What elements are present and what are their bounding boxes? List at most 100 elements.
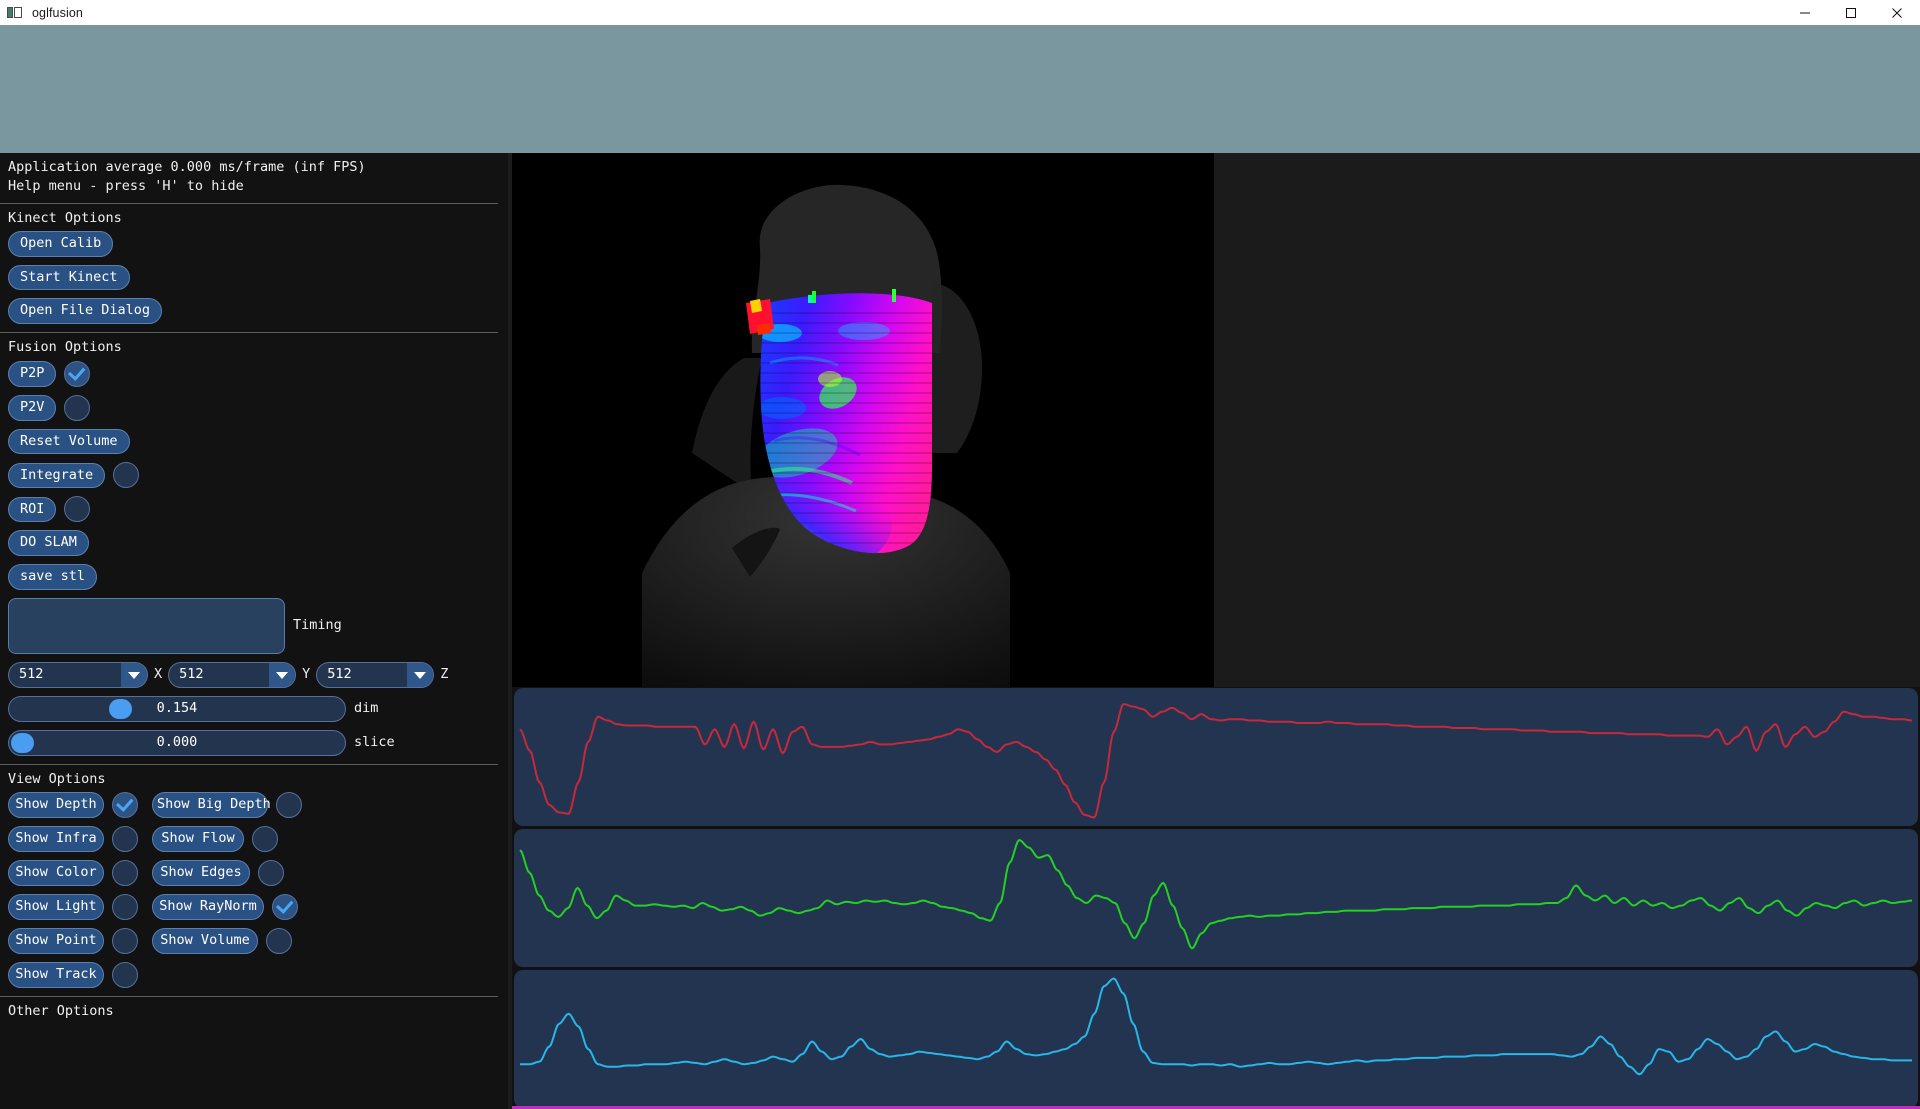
kinect-options-heading: Kinect Options: [0, 209, 498, 231]
show-edges-button[interactable]: Show Edges: [152, 860, 250, 886]
dim-x-select[interactable]: 512: [8, 662, 148, 688]
show-big-depth-toggle[interactable]: [276, 792, 302, 818]
timing-row: Timing: [0, 598, 498, 654]
chevron-down-icon[interactable]: [121, 663, 147, 687]
view-row-color: Show Color Show Edges: [0, 860, 498, 886]
show-volume-toggle[interactable]: [266, 928, 292, 954]
minimize-icon[interactable]: [1782, 0, 1828, 25]
show-color-button[interactable]: Show Color: [8, 860, 104, 886]
p2p-toggle[interactable]: [64, 361, 90, 387]
roi-button[interactable]: ROI: [8, 497, 56, 523]
roi-toggle[interactable]: [64, 496, 90, 522]
show-depth-toggle[interactable]: [112, 792, 138, 818]
title-bar: oglfusion: [0, 0, 1920, 26]
open-file-dialog-button[interactable]: Open File Dialog: [8, 298, 162, 324]
fusion-p2p-row: P2P: [0, 361, 498, 387]
show-light-toggle[interactable]: [112, 894, 138, 920]
divider: [0, 764, 498, 765]
fusion-do-slam-row: DO SLAM: [0, 530, 498, 556]
show-flow-button[interactable]: Show Flow: [152, 826, 244, 852]
view-row-track: Show Track: [0, 962, 498, 988]
window-controls: [1782, 0, 1920, 25]
show-light-button[interactable]: Show Light: [8, 894, 104, 920]
3d-render-viewport[interactable]: [512, 153, 1214, 687]
view-options-heading: View Options: [0, 770, 498, 792]
kinect-open-calib-row: Open Calib: [0, 231, 498, 257]
divider: [0, 203, 498, 204]
show-flow-toggle[interactable]: [252, 826, 278, 852]
save-stl-button[interactable]: save stl: [8, 564, 97, 590]
integrate-button[interactable]: Integrate: [8, 463, 105, 489]
signal-plots: [512, 687, 1920, 1109]
show-edges-toggle[interactable]: [258, 860, 284, 886]
show-raynorm-button[interactable]: Show RayNorm: [152, 894, 264, 920]
p2p-button[interactable]: P2P: [8, 361, 56, 387]
dim-x-value: 512: [9, 666, 121, 683]
window-title: oglfusion: [32, 6, 83, 20]
do-slam-button[interactable]: DO SLAM: [8, 530, 89, 556]
plot-red[interactable]: [514, 688, 1918, 826]
show-track-toggle[interactable]: [112, 962, 138, 988]
divider: [0, 332, 498, 333]
show-point-toggle[interactable]: [112, 928, 138, 954]
integrate-toggle[interactable]: [113, 462, 139, 488]
dim-z-label: Z: [440, 666, 448, 683]
kinect-file-dialog-row: Open File Dialog: [0, 298, 498, 324]
show-point-button[interactable]: Show Point: [8, 928, 104, 954]
slice-slider-label: slice: [354, 734, 395, 751]
show-raynorm-toggle[interactable]: [272, 894, 298, 920]
divider: [0, 996, 498, 997]
timing-textbox[interactable]: [8, 598, 285, 654]
help-overlay-text: Help menu - press 'H' to hide: [0, 177, 498, 196]
render-right-empty: [1214, 153, 1920, 687]
dim-slider-label: dim: [354, 700, 378, 717]
start-kinect-button[interactable]: Start Kinect: [8, 265, 130, 291]
p2v-toggle[interactable]: [64, 395, 90, 421]
plot-green[interactable]: [514, 829, 1918, 967]
dim-y-select[interactable]: 512: [168, 662, 296, 688]
fps-overlay-text: Application average 0.000 ms/frame (inf …: [0, 158, 498, 177]
fusion-integrate-row: Integrate: [0, 462, 498, 488]
fusion-p2v-row: P2V: [0, 395, 498, 421]
dim-z-value: 512: [317, 666, 407, 683]
view-row-depth: Show Depth Show Big Depth: [0, 792, 498, 818]
close-icon[interactable]: [1874, 0, 1920, 25]
slice-slider[interactable]: 0.000: [8, 730, 346, 756]
fusion-save-stl-row: save stl: [0, 564, 498, 590]
dim-y-value: 512: [169, 666, 269, 683]
view-row-light: Show Light Show RayNorm: [0, 894, 498, 920]
show-big-depth-button[interactable]: Show Big Depth: [152, 792, 268, 818]
render-canvas: [512, 153, 1214, 687]
reset-volume-button[interactable]: Reset Volume: [8, 429, 130, 455]
view-row-point: Show Point Show Volume: [0, 928, 498, 954]
dim-z-select[interactable]: 512: [316, 662, 434, 688]
view-row-infra: Show Infra Show Flow: [0, 826, 498, 852]
volume-dims-row: 512 X 512 Y 512 Z: [0, 662, 498, 688]
show-depth-button[interactable]: Show Depth: [8, 792, 104, 818]
dim-x-label: X: [154, 666, 162, 683]
show-infra-toggle[interactable]: [112, 826, 138, 852]
chevron-down-icon[interactable]: [269, 663, 295, 687]
fusion-options-heading: Fusion Options: [0, 338, 498, 360]
kinect-start-row: Start Kinect: [0, 265, 498, 291]
slice-slider-row: 0.000 slice: [0, 730, 498, 756]
show-color-toggle[interactable]: [112, 860, 138, 886]
show-track-button[interactable]: Show Track: [8, 962, 104, 988]
slice-slider-value: 0.000: [157, 734, 198, 751]
open-calib-button[interactable]: Open Calib: [8, 231, 113, 257]
show-infra-button[interactable]: Show Infra: [8, 826, 104, 852]
dim-slider-row: 0.154 dim: [0, 696, 498, 722]
p2v-button[interactable]: P2V: [8, 395, 56, 421]
control-panel: Application average 0.000 ms/frame (inf …: [0, 153, 512, 1109]
show-volume-button[interactable]: Show Volume: [152, 928, 258, 954]
plot-cyan[interactable]: [514, 970, 1918, 1108]
application-window: oglfusion Application average 0.000 ms/f…: [0, 0, 1920, 1109]
fusion-roi-row: ROI: [0, 496, 498, 522]
chevron-down-icon[interactable]: [407, 663, 433, 687]
fusion-reset-volume-row: Reset Volume: [0, 429, 498, 455]
maximize-icon[interactable]: [1828, 0, 1874, 25]
dim-y-label: Y: [302, 666, 310, 683]
dim-slider[interactable]: 0.154: [8, 696, 346, 722]
dim-slider-value: 0.154: [157, 700, 198, 717]
timing-label: Timing: [293, 617, 342, 634]
